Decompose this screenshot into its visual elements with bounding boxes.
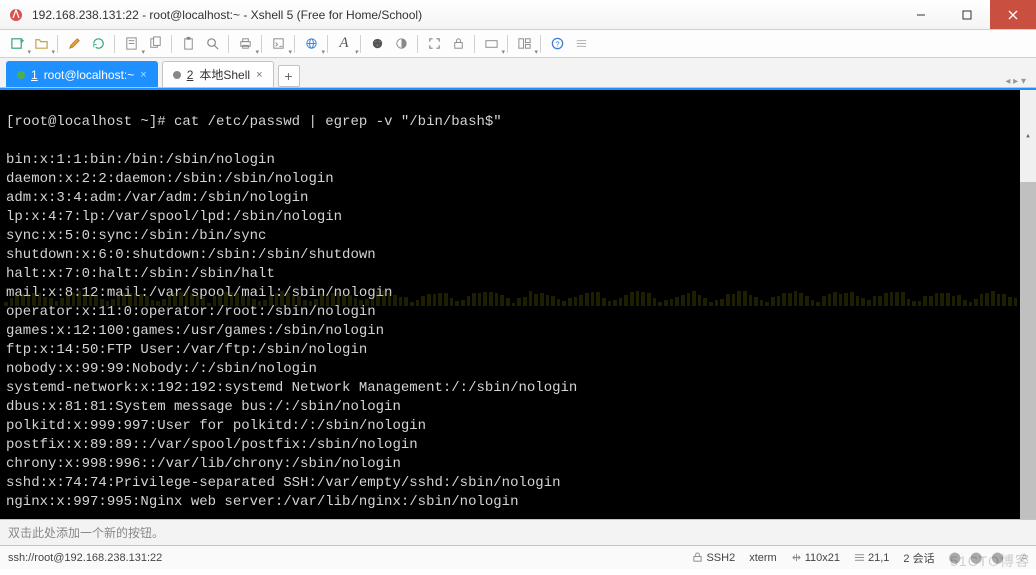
terminal-line: chrony:x:998:996::/var/lib/chrony:/sbin/… bbox=[6, 455, 1030, 474]
terminal-line: operator:x:11:0:operator:/root:/sbin/nol… bbox=[6, 303, 1030, 322]
separator bbox=[507, 35, 508, 53]
button-bar[interactable]: 双击此处添加一个新的按钮。 bbox=[0, 519, 1036, 545]
fullscreen-icon[interactable] bbox=[423, 33, 445, 55]
font-icon[interactable]: A▾ bbox=[333, 33, 355, 55]
button-bar-hint: 双击此处添加一个新的按钮。 bbox=[8, 524, 164, 541]
titlebar: 192.168.238.131:22 - root@localhost:~ - … bbox=[0, 0, 1036, 30]
terminal-line: bin:x:1:1:bin:/bin:/sbin/nologin bbox=[6, 151, 1030, 170]
separator bbox=[327, 35, 328, 53]
terminal-line: sshd:x:74:74:Privilege-separated SSH:/va… bbox=[6, 474, 1030, 493]
separator bbox=[114, 35, 115, 53]
terminal-line: systemd-network:x:192:192:systemd Networ… bbox=[6, 379, 1030, 398]
new-session-icon[interactable]: ▾ bbox=[6, 33, 28, 55]
scrollbar-thumb[interactable] bbox=[1020, 182, 1036, 519]
window-controls bbox=[898, 0, 1036, 29]
menu-icon[interactable] bbox=[570, 33, 592, 55]
lock-icon[interactable] bbox=[447, 33, 469, 55]
separator bbox=[261, 35, 262, 53]
status-bar: ssh://root@192.168.238.131:22 SSH2 xterm… bbox=[0, 545, 1036, 569]
window-title: 192.168.238.131:22 - root@localhost:~ - … bbox=[32, 8, 898, 22]
terminal-line: games:x:12:100:games:/usr/games:/sbin/no… bbox=[6, 322, 1030, 341]
terminal-line: polkitd:x:999:997:User for polkitd:/:/sb… bbox=[6, 417, 1030, 436]
globe-icon[interactable]: ▾ bbox=[300, 33, 322, 55]
status-position: 21,1 bbox=[854, 552, 889, 564]
theme-icon[interactable] bbox=[390, 33, 412, 55]
status-uri: ssh://root@192.168.238.131:22 bbox=[8, 552, 678, 564]
edit-icon[interactable] bbox=[63, 33, 85, 55]
color-icon[interactable] bbox=[366, 33, 388, 55]
tab-session-2[interactable]: 2 本地Shell × bbox=[162, 61, 274, 87]
paste-icon[interactable] bbox=[177, 33, 199, 55]
find-icon[interactable] bbox=[201, 33, 223, 55]
status-dot-icon bbox=[17, 71, 25, 79]
tab-number: 2 bbox=[187, 68, 194, 82]
separator bbox=[360, 35, 361, 53]
tab-session-1[interactable]: 1 root@localhost:~ × bbox=[6, 61, 158, 87]
open-icon[interactable]: ▾ bbox=[30, 33, 52, 55]
terminal-line: shutdown:x:6:0:shutdown:/sbin:/sbin/shut… bbox=[6, 246, 1030, 265]
script-icon[interactable]: ▾ bbox=[267, 33, 289, 55]
close-button[interactable] bbox=[990, 0, 1036, 29]
layout-icon[interactable]: ▾ bbox=[513, 33, 535, 55]
terminal-line: halt:x:7:0:halt:/sbin:/sbin/halt bbox=[6, 265, 1030, 284]
terminal-line: sync:x:5:0:sync:/sbin:/bin/sync bbox=[6, 227, 1030, 246]
tab-label: 本地Shell bbox=[199, 66, 250, 83]
status-protocol: SSH2 bbox=[692, 552, 735, 564]
tab-scroll-arrows[interactable]: ◂ ▸ ▾ bbox=[1005, 76, 1026, 87]
command: cat /etc/passwd | egrep -v "/bin/bash$" bbox=[174, 114, 502, 130]
terminal-scrollbar[interactable]: ▴ ▾ bbox=[1020, 90, 1036, 519]
terminal-line: nobody:x:99:99:Nobody:/:/sbin/nologin bbox=[6, 360, 1030, 379]
separator bbox=[171, 35, 172, 53]
separator bbox=[417, 35, 418, 53]
terminal[interactable]: [root@localhost ~]# cat /etc/passwd | eg… bbox=[0, 90, 1036, 519]
help-icon[interactable]: ? bbox=[546, 33, 568, 55]
svg-text:?: ? bbox=[555, 39, 559, 48]
scroll-up-icon[interactable]: ▴ bbox=[1020, 128, 1036, 144]
tab-number: 1 bbox=[31, 68, 38, 82]
terminal-line: postfix:x:89:89::/var/spool/postfix:/sbi… bbox=[6, 436, 1030, 455]
terminal-line: mail:x:8:12:mail:/var/spool/mail:/sbin/n… bbox=[6, 284, 1030, 303]
status-size: 110x21 bbox=[791, 552, 840, 564]
app-icon bbox=[8, 7, 24, 23]
new-tab-button[interactable]: + bbox=[278, 65, 300, 87]
terminal-line: daemon:x:2:2:daemon:/sbin:/sbin/nologin bbox=[6, 170, 1030, 189]
reconnect-icon[interactable] bbox=[87, 33, 109, 55]
tab-strip: 1 root@localhost:~ × 2 本地Shell × + ◂ ▸ ▾ bbox=[0, 58, 1036, 88]
close-tab-icon[interactable]: × bbox=[256, 69, 262, 81]
toolbar: ▾ ▾ ▾ ▾ ▾ ▾ A▾ ▾ ▾ ? bbox=[0, 30, 1036, 58]
separator bbox=[228, 35, 229, 53]
print-icon[interactable]: ▾ bbox=[234, 33, 256, 55]
prompt: [root@localhost ~]# bbox=[6, 114, 174, 130]
status-dot-icon bbox=[173, 71, 181, 79]
properties-icon[interactable]: ▾ bbox=[120, 33, 142, 55]
terminal-line: ftp:x:14:50:FTP User:/var/ftp:/sbin/nolo… bbox=[6, 341, 1030, 360]
tab-label: root@localhost:~ bbox=[44, 68, 135, 82]
terminal-line: dbus:x:81:81:System message bus:/:/sbin/… bbox=[6, 398, 1030, 417]
copy-icon[interactable] bbox=[144, 33, 166, 55]
status-termtype: xterm bbox=[749, 552, 777, 564]
separator bbox=[474, 35, 475, 53]
separator bbox=[57, 35, 58, 53]
terminal-line: adm:x:3:4:adm:/var/adm:/sbin/nologin bbox=[6, 189, 1030, 208]
separator bbox=[540, 35, 541, 53]
separator bbox=[294, 35, 295, 53]
terminal-line: lp:x:4:7:lp:/var/spool/lpd:/sbin/nologin bbox=[6, 208, 1030, 227]
minimize-button[interactable] bbox=[898, 0, 944, 29]
watermark: 51CTO博客 bbox=[950, 551, 1030, 571]
terminal-line: nginx:x:997:995:Nginx web server:/var/li… bbox=[6, 493, 1030, 512]
keyboard-icon[interactable]: ▾ bbox=[480, 33, 502, 55]
maximize-button[interactable] bbox=[944, 0, 990, 29]
status-sessions: 2 会话 bbox=[903, 550, 934, 566]
close-tab-icon[interactable]: × bbox=[140, 69, 146, 81]
